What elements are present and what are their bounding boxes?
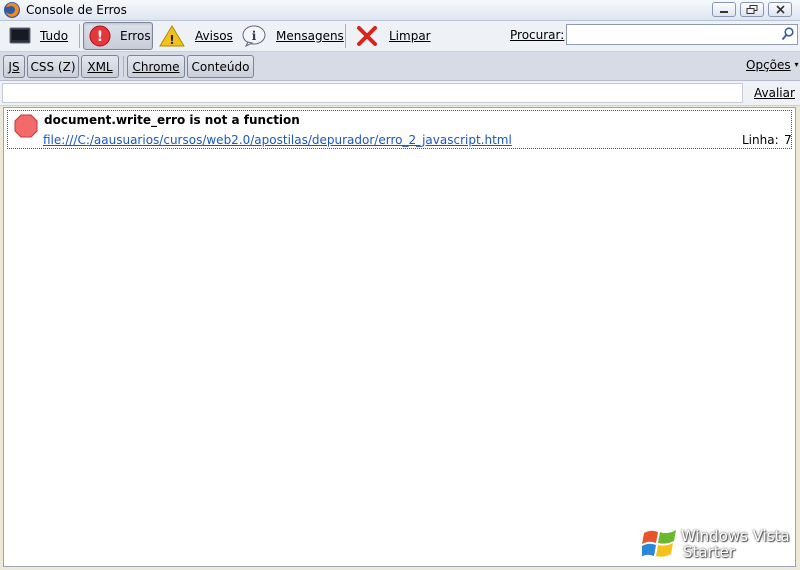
clear-x-icon: [357, 26, 377, 46]
minimize-icon: [720, 11, 728, 13]
minimize-button[interactable]: [712, 2, 736, 17]
close-icon: [776, 5, 785, 14]
svg-text:i: i: [252, 29, 257, 43]
error-message: document.write_erro is not a function: [44, 113, 300, 127]
errors-label: Erros: [120, 29, 151, 43]
search-label: Procurar:: [510, 28, 565, 42]
warnings-button[interactable]: ! Avisos: [155, 22, 235, 50]
line-number: 7: [784, 133, 792, 147]
info-icon: i: [242, 25, 266, 47]
window-title: Console de Erros: [26, 3, 127, 17]
errors-button[interactable]: ! Erros: [83, 22, 153, 50]
search-input[interactable]: [566, 24, 798, 45]
filter-toolbar: [0, 52, 800, 81]
console-list[interactable]: document.write_erro is not a function fi…: [3, 107, 796, 567]
filter-css-label: CSS (Z): [30, 59, 76, 74]
filter-css-button[interactable]: CSS (Z): [27, 55, 79, 78]
watermark-line1: Windows Vista: [681, 527, 790, 545]
filter-content-label: Conteúdo: [191, 59, 250, 74]
messages-button[interactable]: i Mensagens: [237, 22, 344, 50]
dropdown-arrow-icon: ▾: [794, 60, 799, 69]
all-button[interactable]: Tudo: [4, 22, 74, 50]
restore-icon: [746, 5, 758, 14]
svg-text:!: !: [169, 33, 174, 47]
warning-icon: !: [159, 25, 185, 47]
toolbar-separator: [123, 56, 124, 77]
filter-js-label: JS: [8, 59, 20, 74]
options-label: Opções: [746, 58, 791, 72]
line-label: Linha:: [742, 133, 779, 147]
filter-content-button[interactable]: Conteúdo: [187, 55, 254, 78]
windows-watermark: Windows Vista Starter: [681, 528, 790, 560]
restore-button[interactable]: [740, 2, 764, 17]
filter-chrome-button[interactable]: Chrome: [127, 55, 185, 78]
evaluate-input[interactable]: [2, 83, 743, 103]
filter-xml-label: XML: [87, 59, 113, 74]
filter-chrome-label: Chrome: [132, 59, 180, 74]
console-icon: [9, 27, 31, 44]
stop-error-icon: [14, 114, 38, 138]
search-icon: [781, 27, 794, 41]
messages-label: Mensagens: [276, 29, 344, 43]
svg-text:!: !: [97, 29, 103, 45]
warnings-label: Avisos: [195, 29, 233, 43]
filter-js-button[interactable]: JS: [3, 55, 25, 78]
evaluate-button[interactable]: Avaliar: [754, 86, 795, 100]
error-source-link[interactable]: file:///C:/aausuarios/cursos/web2.0/apos…: [43, 133, 512, 147]
options-menu[interactable]: Opções ▾: [746, 58, 798, 72]
toolbar-separator: [79, 24, 80, 48]
windows-logo-icon: [642, 530, 676, 557]
error-icon: !: [89, 25, 111, 47]
close-button[interactable]: [768, 2, 792, 17]
watermark-line2: Starter: [683, 543, 736, 561]
toolbar-separator: [345, 24, 346, 48]
firefox-icon: [4, 2, 20, 18]
title-bar: Console de Erros: [0, 0, 800, 21]
list-item[interactable]: document.write_erro is not a function fi…: [7, 110, 792, 149]
clear-button[interactable]: Limpar: [350, 22, 431, 50]
clear-label: Limpar: [389, 29, 431, 43]
filter-xml-button[interactable]: XML: [81, 55, 119, 78]
all-label: Tudo: [40, 29, 69, 43]
